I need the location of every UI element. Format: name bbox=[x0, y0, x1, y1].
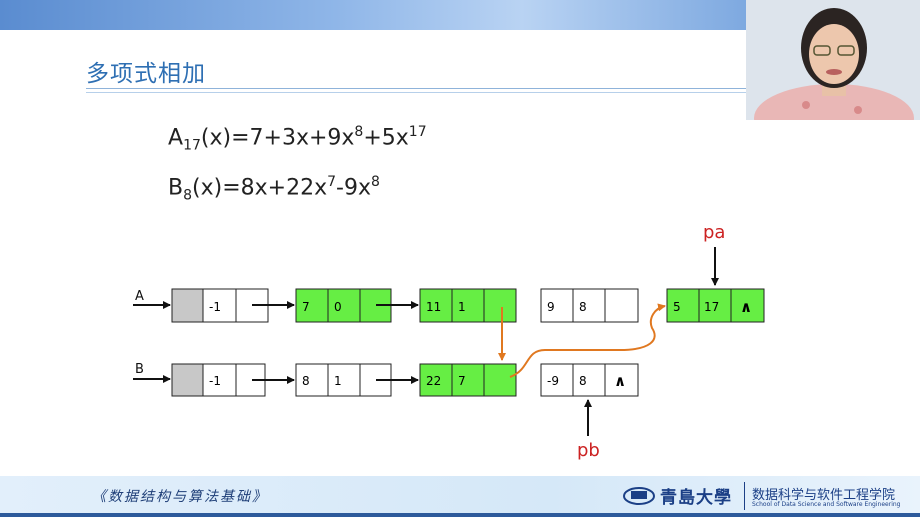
node-exp: 17 bbox=[704, 300, 719, 314]
node-exp: -1 bbox=[209, 300, 221, 314]
bottom-strip bbox=[0, 513, 920, 517]
list-a-node-4: 5 17 ∧ bbox=[666, 288, 765, 323]
node-coef: 9 bbox=[547, 300, 555, 314]
list-b-node-0: -1 bbox=[171, 363, 266, 397]
node-exp: 7 bbox=[458, 374, 466, 388]
list-a-label: A bbox=[135, 289, 144, 304]
university-emblem-icon bbox=[623, 487, 655, 505]
node-exp: 8 bbox=[579, 374, 587, 388]
university-name: 青島大學 bbox=[660, 488, 732, 508]
footer-divider bbox=[744, 482, 745, 510]
null-pointer-symbol: ∧ bbox=[740, 298, 752, 316]
pointer-pb-label: pb bbox=[577, 440, 600, 461]
node-coef: 7 bbox=[302, 300, 310, 314]
list-b-label: B bbox=[135, 362, 144, 377]
node-exp: 1 bbox=[334, 374, 342, 388]
node-coef: 22 bbox=[426, 374, 441, 388]
list-b-node-2: 22 7 bbox=[419, 363, 517, 397]
linked-list-diagram: A -1 7 0 11 1 9 8 5 17 ∧ pa B -1 8 1 22 … bbox=[133, 222, 765, 461]
list-b-node-3: -9 8 ∧ bbox=[540, 363, 639, 397]
node-exp: 1 bbox=[458, 300, 466, 314]
node-coef: 8 bbox=[302, 374, 310, 388]
school-name-en: School of Data Science and Software Engi… bbox=[752, 501, 901, 508]
footer-course-title: 《数据结构与算法基础》 bbox=[92, 489, 268, 505]
list-a-node-3: 9 8 bbox=[540, 288, 639, 323]
node-coef: -9 bbox=[547, 374, 559, 388]
node-exp: 8 bbox=[579, 300, 587, 314]
node-exp: -1 bbox=[209, 374, 221, 388]
node-exp: 0 bbox=[334, 300, 342, 314]
node-coef: 11 bbox=[426, 300, 441, 314]
pointer-pa-label: pa bbox=[703, 222, 725, 243]
null-pointer-symbol: ∧ bbox=[614, 372, 626, 390]
node-coef: 5 bbox=[673, 300, 681, 314]
